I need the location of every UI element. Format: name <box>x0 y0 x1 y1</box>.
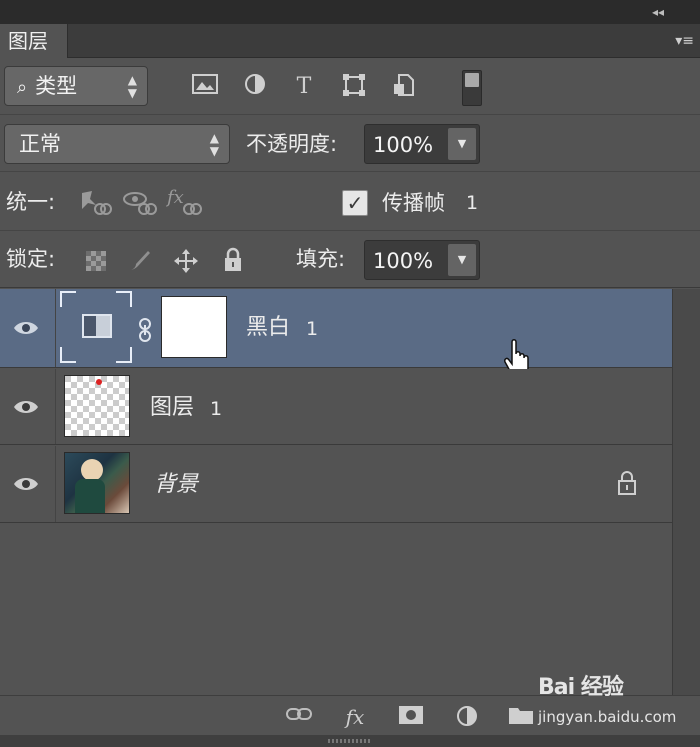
opacity-value[interactable]: 100% <box>373 131 433 159</box>
photo-subject-face <box>81 459 103 481</box>
blend-mode-select[interactable]: 正常 ▲ ▼ <box>4 124 230 164</box>
lock-position-icon[interactable] <box>172 247 200 275</box>
selection-corner <box>60 291 76 307</box>
fill-value[interactable]: 100% <box>373 247 433 275</box>
unify-label: 统一: <box>6 190 56 214</box>
select-arrows-icon: ▲ ▼ <box>209 131 219 158</box>
propagate-frame-label: 传播帧 <box>382 191 445 215</box>
transparent-layer-thumbnail[interactable] <box>64 375 130 437</box>
type-layer-filter-icon[interactable]: T <box>289 72 319 102</box>
blend-opacity-row: 正常 ▲ ▼ 不透明度: 100% ▼ <box>0 116 700 172</box>
layer-filter-row: ⌕ 类型 ▲ ▼ T <box>0 59 700 115</box>
eye-icon[interactable] <box>12 317 40 339</box>
eye-icon[interactable] <box>12 396 40 418</box>
add-mask-icon[interactable] <box>396 704 426 730</box>
background-photo-thumbnail[interactable] <box>64 452 130 514</box>
black-white-adjustment-icon <box>82 314 112 338</box>
lock-transparent-pixels-icon[interactable] <box>86 251 106 271</box>
layer-name[interactable]: 黑白 <box>246 313 290 343</box>
selection-corner <box>116 347 132 363</box>
unify-position-icon[interactable] <box>78 187 114 217</box>
unify-visibility-icon[interactable] <box>122 187 158 217</box>
adjustment-layer-filter-icon[interactable] <box>240 72 270 102</box>
filter-kind-select[interactable]: ⌕ 类型 ▲ ▼ <box>4 66 148 106</box>
panel-tab-row: 图层 ▾≡ <box>0 24 700 58</box>
layer-locked-icon <box>616 470 638 496</box>
opacity-field[interactable]: 100% ▼ <box>364 124 480 164</box>
lock-all-icon[interactable] <box>219 247 247 275</box>
link-layers-icon[interactable] <box>284 704 314 730</box>
tab-layers[interactable]: 图层 <box>0 24 68 58</box>
opacity-dropdown-button[interactable]: ▼ <box>448 128 476 160</box>
pixel-layer-filter-icon[interactable] <box>190 72 220 102</box>
add-layer-style-icon[interactable]: fx <box>340 704 370 730</box>
layer-number: 1 <box>210 398 223 420</box>
layer-number: 1 <box>306 318 319 340</box>
new-group-folder-icon[interactable] <box>506 704 536 730</box>
panel-menu-icon[interactable]: ▾≡ <box>666 32 694 50</box>
opacity-label: 不透明度: <box>246 132 338 156</box>
fill-label: 填充: <box>296 247 346 271</box>
blend-mode-value: 正常 <box>19 132 61 156</box>
fill-dropdown-button[interactable]: ▼ <box>448 244 476 276</box>
smart-object-filter-icon[interactable] <box>389 72 419 102</box>
layer-name[interactable]: 图层 <box>150 393 194 423</box>
watermark-brand: Bai 经验 <box>538 675 624 700</box>
layer-name[interactable]: 背景 <box>154 470 198 500</box>
select-arrows-icon: ▲ ▼ <box>127 73 137 100</box>
selection-corner <box>60 347 76 363</box>
collapse-panel-button[interactable]: ◂◂ <box>646 3 670 21</box>
propagate-frame-checkbox[interactable]: ✓ <box>342 190 368 216</box>
layers-scrollbar[interactable] <box>672 289 700 695</box>
filter-toggle-switch[interactable] <box>462 70 482 106</box>
lock-image-pixels-icon[interactable] <box>126 247 154 275</box>
new-adjustment-layer-icon[interactable] <box>452 704 482 730</box>
filter-kind-label: 类型 <box>35 74 78 98</box>
grip-dots <box>328 739 372 743</box>
selection-corner <box>116 291 132 307</box>
toggle-knob <box>465 73 479 87</box>
chain-link-icon[interactable] <box>137 317 153 343</box>
adjustment-thumbnail[interactable] <box>60 291 132 363</box>
visibility-column <box>0 446 56 522</box>
shape-layer-filter-icon[interactable] <box>339 72 369 102</box>
fill-field[interactable]: 100% ▼ <box>364 240 480 280</box>
search-icon: ⌕ <box>17 77 28 98</box>
propagate-frame-value: 1 <box>466 192 479 214</box>
baidu-jingyan-watermark: Bai 经验 jingyan.baidu.com <box>538 673 698 733</box>
visibility-column <box>0 289 56 367</box>
unify-style-icon[interactable]: fx <box>165 187 202 217</box>
lock-label: 锁定: <box>6 247 56 271</box>
photo-subject-body <box>75 479 105 513</box>
svg-text:fx: fx <box>166 187 184 208</box>
red-dot-mark <box>96 379 102 385</box>
panel-resize-grip[interactable] <box>0 735 700 747</box>
watermark-url: jingyan.baidu.com <box>538 708 677 726</box>
visibility-column <box>0 369 56 444</box>
panel-title-bar: ◂◂ <box>0 0 700 24</box>
eye-icon[interactable] <box>12 473 40 495</box>
layer-mask-thumbnail[interactable] <box>161 296 227 358</box>
